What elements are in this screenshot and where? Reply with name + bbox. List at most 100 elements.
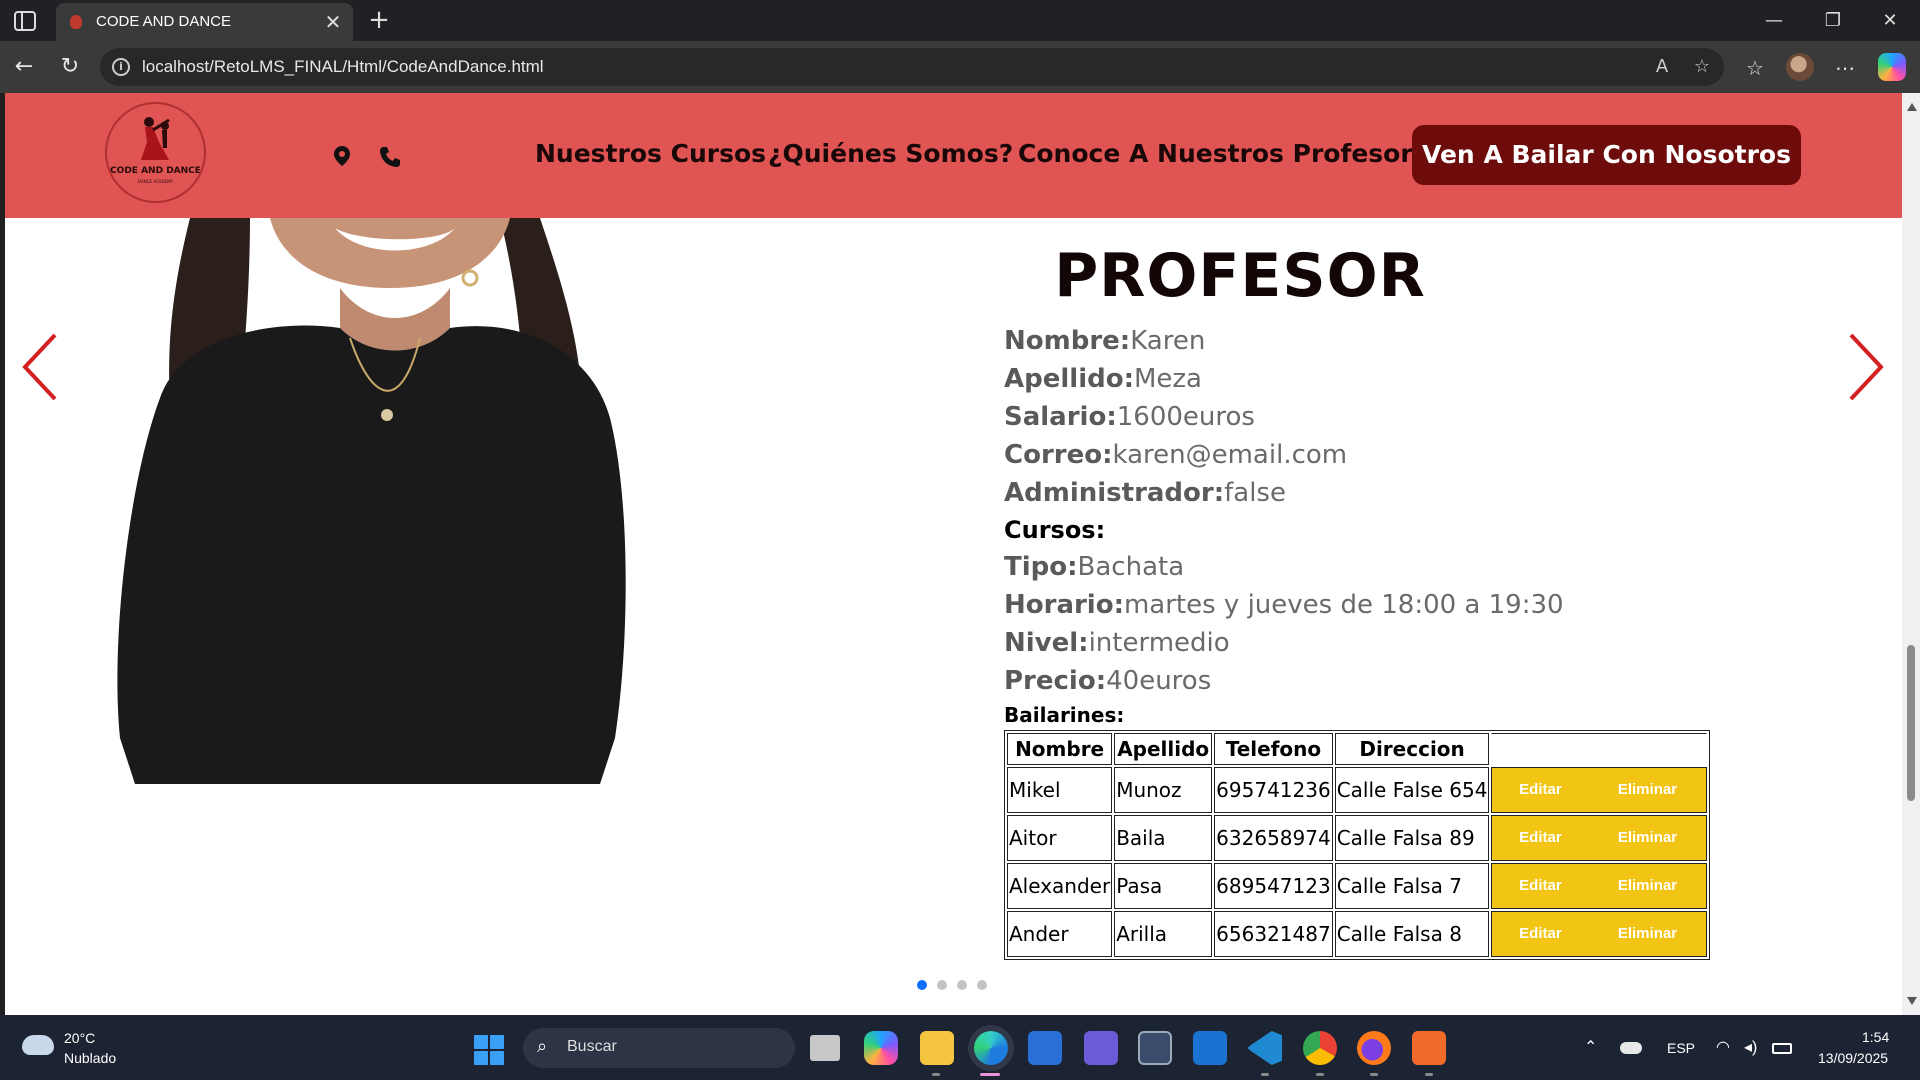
edit-button[interactable]: Editar [1492, 768, 1588, 812]
bailarines-heading: Bailarines: [1004, 703, 1125, 727]
cell-actions: Editar Eliminar [1491, 911, 1708, 957]
site-logo[interactable]: CODE AND DANCE DANCE ACADEMY [105, 102, 206, 203]
site-info-icon[interactable]: i [112, 58, 130, 76]
nav-link-quienes-somos[interactable]: ¿Quiénes Somos? [768, 139, 1013, 168]
chrome-icon[interactable] [1303, 1031, 1337, 1065]
edge-browser-icon[interactable] [974, 1031, 1008, 1065]
profile-avatar[interactable] [1786, 53, 1814, 81]
carousel-next-arrow-icon[interactable] [1845, 331, 1885, 403]
sidebar-toggle-icon[interactable] [14, 11, 36, 31]
vscode-icon[interactable] [1248, 1031, 1282, 1065]
cell-apellido: Arilla [1114, 911, 1213, 957]
edit-button[interactable]: Editar [1492, 864, 1588, 908]
delete-button[interactable]: Eliminar [1588, 816, 1706, 860]
cell-apellido: Pasa [1114, 863, 1213, 909]
cell-nombre: Alexander [1007, 863, 1113, 909]
logo-subtext: DANCE ACADEMY [137, 179, 174, 184]
cloud-icon[interactable] [22, 1035, 54, 1055]
start-menu-icon[interactable] [474, 1035, 504, 1065]
delete-button[interactable]: Eliminar [1588, 912, 1706, 956]
wifi-icon[interactable]: ◠ [1716, 1037, 1730, 1057]
table-header-row: Nombre Apellido Telefono Direccion [1007, 733, 1708, 765]
running-indicator [932, 1073, 940, 1076]
new-tab-icon[interactable]: + [364, 5, 394, 35]
cell-telefono: 656321487 [1214, 911, 1333, 957]
col-header-nombre: Nombre [1007, 733, 1113, 765]
tray-chevron-icon[interactable]: ⌃ [1584, 1037, 1597, 1057]
nav-link-cursos[interactable]: Nuestros Cursos [535, 139, 766, 168]
scroll-down-icon[interactable] [1907, 997, 1917, 1005]
file-explorer-icon[interactable] [920, 1031, 954, 1065]
col-header-direccion: Direccion [1334, 733, 1490, 765]
field-salario: Salario:1600euros [1004, 402, 1255, 432]
bailarines-table: Nombre Apellido Telefono Direccion Mikel… [1004, 730, 1711, 960]
copilot-app-icon[interactable] [864, 1031, 898, 1065]
back-arrow-icon[interactable]: ← [8, 51, 40, 83]
carousel-dot[interactable] [977, 980, 987, 990]
phone-icon[interactable] [379, 146, 401, 168]
copilot-icon[interactable] [1878, 53, 1906, 81]
xampp-icon[interactable] [1412, 1031, 1446, 1065]
url-text[interactable]: localhost/RetoLMS_FINAL/Html/CodeAndDanc… [142, 57, 544, 77]
favorites-icon[interactable]: ☆ [1740, 53, 1770, 83]
cell-nombre: Ander [1007, 911, 1113, 957]
site-header: CODE AND DANCE DANCE ACADEMY Nuestros Cu… [5, 93, 1902, 218]
favorite-star-icon[interactable]: ☆ [1690, 56, 1714, 77]
page-viewport: CODE AND DANCE DANCE ACADEMY Nuestros Cu… [5, 93, 1902, 1015]
minimize-icon[interactable]: — [1746, 0, 1802, 41]
scroll-thumb[interactable] [1907, 645, 1915, 801]
delete-button[interactable]: Eliminar [1588, 864, 1706, 908]
search-icon: ⌕ [537, 1036, 548, 1057]
close-tab-icon[interactable]: ✕ [321, 10, 345, 34]
task-view-icon[interactable] [810, 1035, 840, 1061]
clock-time[interactable]: 1:54 [1862, 1029, 1889, 1045]
carousel-dot[interactable] [917, 980, 927, 990]
cell-actions: Editar Eliminar [1491, 815, 1708, 861]
address-bar-row: ← ↻ i localhost/RetoLMS_FINAL/Html/CodeA… [0, 41, 1920, 93]
restore-icon[interactable]: ❐ [1805, 0, 1861, 41]
cursos-heading: Cursos: [1004, 516, 1106, 544]
remote-desktop-icon[interactable] [1138, 1031, 1172, 1065]
edit-button[interactable]: Editar [1492, 816, 1588, 860]
battery-icon[interactable] [1772, 1043, 1792, 1054]
delete-button[interactable]: Eliminar [1588, 768, 1706, 812]
carousel-dot[interactable] [957, 980, 967, 990]
tab-title: CODE AND DANCE [96, 13, 232, 30]
carousel-dot[interactable] [937, 980, 947, 990]
read-aloud-icon[interactable]: A [1650, 56, 1674, 77]
teams-icon[interactable] [1084, 1031, 1118, 1065]
scroll-up-icon[interactable] [1907, 103, 1917, 111]
close-window-icon[interactable]: ✕ [1862, 0, 1918, 41]
logo-text: CODE AND DANCE [110, 166, 201, 176]
cta-button[interactable]: Ven A Bailar Con Nosotros [1412, 125, 1801, 185]
cell-apellido: Baila [1114, 815, 1213, 861]
edit-button[interactable]: Editar [1492, 912, 1588, 956]
outlook-icon[interactable] [1193, 1031, 1227, 1065]
weather-desc[interactable]: Nublado [64, 1050, 116, 1066]
url-field[interactable]: i localhost/RetoLMS_FINAL/Html/CodeAndDa… [100, 48, 1724, 86]
store-icon[interactable] [1028, 1031, 1062, 1065]
field-tipo: Tipo:Bachata [1004, 552, 1185, 582]
cell-direccion: Calle False 654 [1334, 767, 1490, 813]
search-placeholder: Buscar [567, 1038, 617, 1055]
location-pin-icon[interactable] [333, 145, 351, 167]
language-indicator[interactable]: ESP [1667, 1040, 1695, 1056]
volume-icon[interactable]: ◂) [1744, 1037, 1757, 1057]
onedrive-icon[interactable] [1620, 1042, 1642, 1054]
firefox-icon[interactable] [1357, 1031, 1391, 1065]
col-header-actions [1491, 733, 1708, 765]
browser-tab[interactable]: CODE AND DANCE ✕ [56, 3, 353, 41]
field-apellido: Apellido:Meza [1004, 364, 1202, 394]
reload-icon[interactable]: ↻ [54, 51, 86, 83]
taskbar-search[interactable]: ⌕ Buscar [523, 1028, 795, 1068]
carousel-prev-arrow-icon[interactable] [21, 331, 61, 403]
weather-temp[interactable]: 20°C [64, 1030, 95, 1046]
clock-date[interactable]: 13/09/2025 [1818, 1050, 1888, 1066]
page-scrollbar[interactable] [1902, 93, 1920, 1015]
cell-apellido: Munoz [1114, 767, 1213, 813]
cell-nombre: Aitor [1007, 815, 1113, 861]
nav-link-profesores[interactable]: Conoce A Nuestros Profesores [1018, 139, 1445, 168]
dancers-logo-icon [141, 117, 170, 160]
profesor-title: PROFESOR [1054, 241, 1426, 311]
more-menu-icon[interactable]: ⋯ [1830, 53, 1860, 83]
